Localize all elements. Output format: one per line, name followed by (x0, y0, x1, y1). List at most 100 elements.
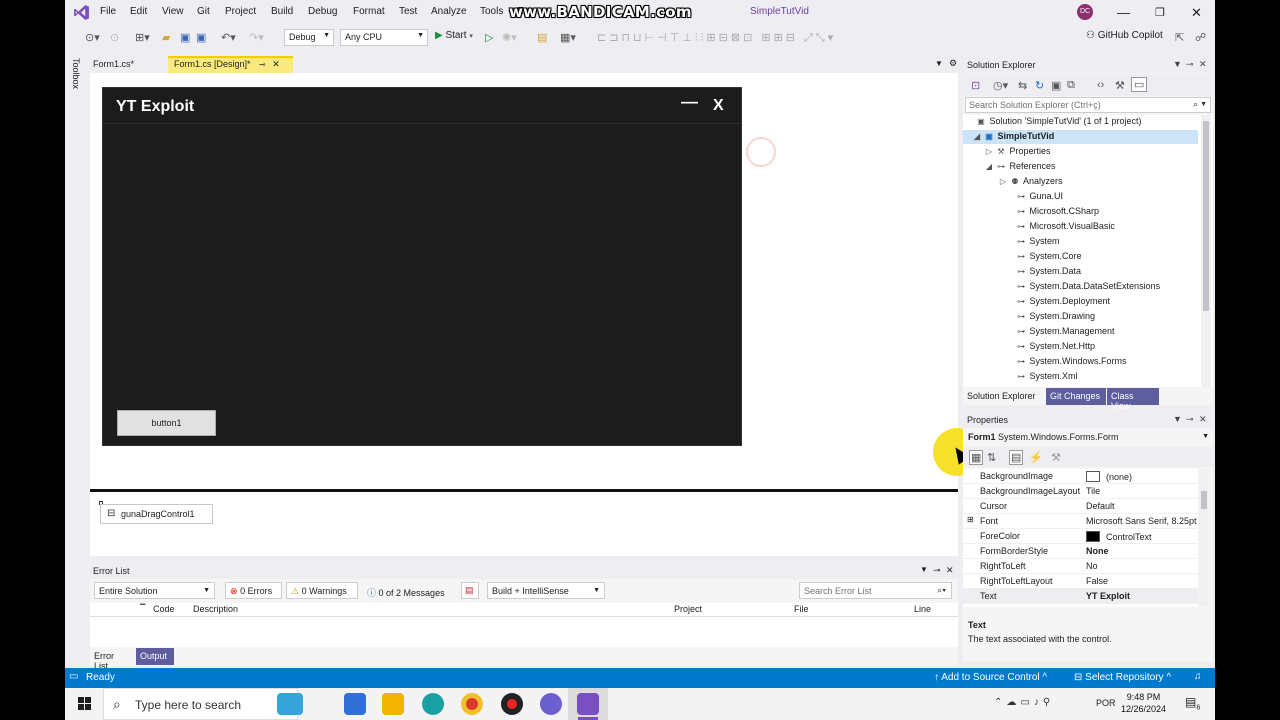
switch-views-icon[interactable]: ⊡ (971, 79, 980, 92)
pin-icon[interactable]: ⊸ (933, 565, 941, 576)
tree-item-reference[interactable]: ⊶ System.Data (1015, 266, 1081, 280)
property-scrollbar[interactable] (1199, 469, 1209, 607)
save-all-icon[interactable]: ▣ (196, 31, 206, 44)
close-icon[interactable]: ✕ (1191, 5, 1202, 21)
column-project[interactable]: Project (674, 604, 702, 614)
property-row[interactable]: FormBorderStyle None (963, 544, 1198, 559)
scrollbar-thumb[interactable] (1203, 121, 1209, 311)
menu-file[interactable]: File (100, 6, 116, 17)
tree-item-reference[interactable]: ⊶ System.Xml (1015, 371, 1078, 385)
layout-icon[interactable]: ▦▾ (560, 31, 576, 44)
open-folder-icon[interactable]: ▰ (162, 31, 170, 44)
tree-item-reference[interactable]: ⊶ System.Deployment (1015, 296, 1110, 310)
menu-build[interactable]: Build (271, 6, 293, 17)
column-description[interactable]: Description (193, 604, 238, 614)
property-row[interactable]: ForeColor ControlText (963, 529, 1198, 544)
menu-git[interactable]: Git (197, 6, 210, 17)
expand-plus-icon[interactable]: ⊞ (967, 515, 974, 524)
tree-item-reference[interactable]: ⊶ Microsoft.CSharp (1015, 206, 1099, 220)
avatar[interactable]: DC (1077, 4, 1093, 20)
menu-project[interactable]: Project (225, 6, 256, 17)
visual-studio-logo-icon[interactable] (73, 4, 90, 21)
categorized-icon[interactable]: ▦ (969, 450, 984, 465)
tree-item-reference[interactable]: ⊶ System.Data.DataSetExtensions (1015, 281, 1160, 295)
add-to-source-control-button[interactable]: ↑ Add to Source Control ^ (934, 672, 1047, 683)
warnings-filter-button[interactable]: ⚠ 0 Warnings (286, 582, 358, 599)
edge-browser-icon[interactable] (422, 693, 444, 715)
scrollbar-thumb[interactable] (1201, 491, 1207, 509)
tree-item-reference[interactable]: ⊶ System.Windows.Forms (1015, 356, 1127, 370)
close-panel-icon[interactable]: ✕ (1199, 414, 1207, 425)
input-language[interactable]: POR (1096, 698, 1116, 708)
guna-drag-control[interactable]: ⊟ gunaDragControl1 (100, 504, 213, 524)
property-row[interactable]: RightToLeft No (963, 559, 1198, 574)
preview-selected-items-icon[interactable]: ▭ (1131, 77, 1148, 92)
property-pages-icon[interactable]: ⚒ (1051, 451, 1061, 464)
events-lightning-icon[interactable]: ⚡ (1029, 451, 1043, 464)
menu-format[interactable]: Format (353, 6, 385, 17)
column-file[interactable]: File (794, 604, 809, 614)
close-panel-icon[interactable]: ✕ (1199, 59, 1207, 70)
scope-select[interactable]: Entire Solution ▼ (94, 582, 215, 599)
status-output-icon[interactable]: ▭ (69, 671, 78, 682)
visual-studio-taskbar-icon[interactable] (577, 693, 599, 715)
align-tools-icon[interactable]: ⊏⊐⊓⊔⊢⊣⊤⊥⫶⫶⊞⊟⊠⊡ ⊞⊞⊟ ⤢⤡▾ (597, 31, 836, 45)
filter-toggle-icon[interactable]: ▤ (461, 582, 479, 599)
tree-item-project[interactable]: ◢ ▣ SimpleTutVid (971, 131, 1054, 145)
tab-list-dropdown-icon[interactable]: ▼ (935, 59, 943, 68)
view-code-icon[interactable]: ‹› (1097, 79, 1104, 91)
tab-form1-cs[interactable]: Form1.cs* (87, 56, 165, 73)
form-close-label[interactable]: X (713, 97, 724, 115)
windows-start-icon[interactable] (78, 697, 92, 711)
property-row[interactable]: ⊞ Font Microsoft Sans Serif, 8.25pt (963, 514, 1198, 529)
tree-item-properties[interactable]: ▷ ⚒ Properties (983, 146, 1051, 160)
messages-filter-button[interactable]: ⓘ 0 of 2 Messages (362, 582, 454, 599)
menu-view[interactable]: View (162, 6, 184, 17)
panel-dropdown-icon[interactable]: ▼ (1173, 59, 1182, 69)
tree-item-reference[interactable]: ⊶ System (1015, 236, 1060, 250)
property-row[interactable]: Cursor Default (963, 499, 1198, 514)
recorder-icon[interactable] (501, 693, 523, 715)
tree-item-reference[interactable]: ⊶ Microsoft.VisualBasic (1015, 221, 1115, 235)
pin-icon[interactable]: ⊸ (259, 60, 266, 69)
menu-edit[interactable]: Edit (130, 6, 147, 17)
visual-studio-taskbar-active[interactable] (568, 688, 608, 720)
close-panel-icon[interactable]: ✕ (946, 565, 954, 576)
property-row[interactable]: BackgroundImageLayout Tile (963, 484, 1198, 499)
taskbar-search-input[interactable]: ⌕ Type here to search (103, 688, 298, 720)
tab-git-changes[interactable]: Git Changes (1046, 388, 1106, 405)
taskbar-clock[interactable]: 9:48 PM 12/26/2024 (1121, 691, 1166, 715)
toolbox-tab[interactable]: Toolbox (71, 58, 81, 89)
alphabetical-icon[interactable]: ⇅ (987, 451, 996, 464)
property-row[interactable]: BackgroundImage (none) (963, 469, 1198, 484)
form-minimize-label[interactable]: — (681, 92, 698, 112)
column-line[interactable]: Line (914, 604, 931, 614)
menu-test[interactable]: Test (399, 6, 417, 17)
notification-center-icon[interactable]: ▤6 (1185, 695, 1200, 711)
tree-item-reference[interactable]: ⊶ System.Management (1015, 326, 1115, 340)
tab-error-list[interactable]: Error List (90, 648, 134, 671)
column-code[interactable]: Code (153, 604, 175, 614)
pin-icon[interactable]: ⊸ (1186, 59, 1194, 70)
browse-icon[interactable]: ▤ (537, 31, 547, 44)
show-all-files-icon[interactable]: ⧉ (1067, 79, 1075, 92)
tab-class-view[interactable]: Class View (1107, 388, 1159, 411)
pending-changes-filter-icon[interactable]: ◷▾ (993, 79, 1008, 92)
redo-icon[interactable]: ↷▾ (249, 31, 264, 44)
start-without-debugging-icon[interactable]: ▷ (485, 31, 493, 44)
property-row[interactable]: RightToLeftLayout False (963, 574, 1198, 589)
minimize-icon[interactable]: — (1117, 5, 1130, 20)
designer-form[interactable]: YT Exploit — X button1 (102, 87, 742, 446)
news-widget-icon[interactable] (277, 693, 303, 715)
start-button[interactable]: ▶ Start ▾ (435, 30, 473, 41)
tree-item-references[interactable]: ◢ ⊶ References (983, 161, 1056, 175)
hot-reload-icon[interactable]: ✺▾ (502, 31, 517, 44)
share-icon[interactable]: ⇱ (1175, 31, 1184, 44)
close-tab-icon[interactable]: ✕ (272, 59, 280, 69)
tree-item-reference[interactable]: ⊶ System.Drawing (1015, 311, 1095, 325)
menu-debug[interactable]: Debug (308, 6, 337, 17)
panel-dropdown-icon[interactable]: ▼ (920, 565, 928, 574)
tree-item-reference[interactable]: ⊶ System.Net.Http (1015, 341, 1095, 355)
tree-item-analyzers[interactable]: ▷ ⚉ Analyzers (997, 176, 1063, 190)
errors-filter-button[interactable]: ⊗ 0 Errors (225, 582, 282, 599)
